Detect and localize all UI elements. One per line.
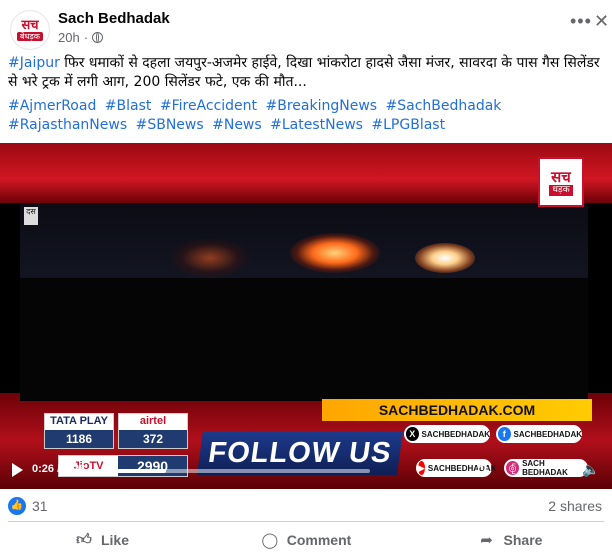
hashtag-link[interactable]: #SachBedhadak [386,98,502,114]
facebook-icon: f [498,427,511,441]
post-meta: 20h · [58,30,104,45]
comment-bubble-icon: ◯ [261,532,279,549]
hashtag-link[interactable]: #Blast [105,98,152,114]
divider [8,521,604,522]
channel-logo-bottom: धड़क [549,184,573,196]
hashtag-link[interactable]: #Jaipur [8,55,60,71]
more-options-icon[interactable]: ••• [570,12,592,30]
post-body: #Jaipur फिर धमाकों से दहला जयपुर-अजमेर ह… [8,54,606,92]
social-x: X SACHBEDHADAK [404,425,490,443]
like-reaction-icon: 👍 [8,497,26,515]
like-button[interactable]: 👍︎ Like [0,524,204,556]
website-banner: SACHBEDHADAK.COM [322,399,592,421]
public-globe-icon [92,32,104,43]
channel-airtel: airtel 372 [118,413,188,449]
hashtag-link[interactable]: #BreakingNews [266,98,378,114]
thumbs-up-icon: 👍︎ [76,531,92,548]
channel-logo-top: सच [551,167,571,186]
post-header: सच बेधड़क Sach Bedhadak 20h · ••• ✕ [0,0,612,50]
video-player[interactable]: दस सच धड़क SACHBEDHADAK.COM TATA PLAY 11… [0,143,612,489]
channel-watermark: दस [24,207,38,225]
page-name-link[interactable]: Sach Bedhadak [58,10,170,27]
hashtag-link[interactable]: #LatestNews [270,117,363,133]
video-progress-fill [80,469,166,473]
reaction-count: 31 [32,498,48,514]
video-frame-fire-scene: दस [20,203,588,401]
post-text: फिर धमाकों से दहला जयपुर-अजमेर हाईवे, दि… [8,55,600,90]
fullscreen-icon[interactable]: ⛶ [512,461,522,478]
hashtag-link[interactable]: #LPGBlast [371,117,445,133]
video-progress-bar[interactable] [80,469,370,473]
close-icon[interactable]: ✕ [594,12,609,30]
settings-gear-icon[interactable]: ⚙ [476,461,489,478]
video-controls: 0:26 / 1:28 ⚙ ⛶ 🔈 [0,457,612,489]
post-actions: 👍︎ Like ◯ Comment ➦ Share [0,524,612,556]
x-icon: X [406,427,419,441]
meta-separator: · [83,30,89,45]
hashtag-link[interactable]: #SBNews [136,117,204,133]
avatar-logo-top: सच [21,18,39,33]
channel-numbers: TATA PLAY 1186 airtel 372 [44,413,194,449]
news-frame-top [0,143,612,203]
social-facebook: f SACHBEDHADAK [496,425,582,443]
share-arrow-icon: ➦ [480,532,493,549]
avatar-logo-bottom: बेधड़क [17,32,43,41]
share-button[interactable]: ➦ Share [408,524,612,556]
page-avatar[interactable]: सच बेधड़क [10,10,50,50]
volume-icon[interactable]: 🔈 [582,461,599,478]
post-time[interactable]: 20h [58,30,80,45]
channel-tataplay: TATA PLAY 1186 [44,413,114,449]
channel-logo: सच धड़क [538,157,584,207]
hashtag-link[interactable]: #AjmerRoad [8,98,96,114]
hashtag-link[interactable]: #RajasthanNews [8,117,127,133]
shares-count[interactable]: 2 shares [548,498,602,514]
hashtag-link[interactable]: #News [212,117,262,133]
hashtag-link[interactable]: #FireAccident [160,98,257,114]
reactions-summary[interactable]: 👍 31 [8,497,48,515]
play-icon[interactable] [12,463,23,477]
comment-button[interactable]: ◯ Comment [204,524,408,556]
hashtag-list: #AjmerRoad #Blast #FireAccident #Breakin… [8,97,606,135]
facebook-post: सच बेधड़क Sach Bedhadak 20h · ••• ✕ #Jai… [0,0,612,558]
video-time: 0:26 / 1:28 [32,463,86,475]
